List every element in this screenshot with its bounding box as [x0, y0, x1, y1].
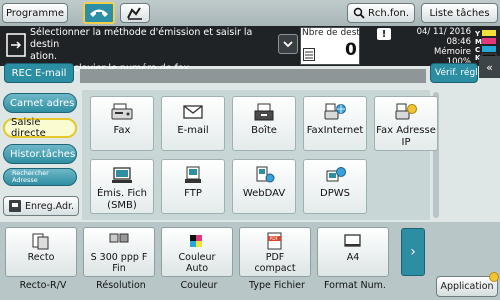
email-icon — [183, 105, 203, 119]
check-settings-button[interactable]: Vérif. réglag — [430, 63, 478, 83]
smb-icon — [112, 167, 132, 183]
memory-label: Mémoire — [434, 47, 471, 57]
tab-job-history[interactable]: Histor.tâches — [3, 144, 77, 164]
resolution-icon — [109, 233, 129, 243]
destination-list-icon — [303, 48, 315, 61]
setting-file-type-label: Type Fichier — [249, 280, 305, 291]
double-chevron-left-icon: « — [486, 60, 493, 74]
setting-duplex-value: Recto — [27, 252, 55, 263]
rec-email-label: REC E-mail — [11, 67, 67, 79]
tile-dpws-label: DPWS — [320, 188, 350, 199]
scan-pen-icon — [127, 7, 142, 20]
tile-box[interactable]: Boîte — [232, 96, 296, 151]
job-list-label: Liste tâches — [429, 7, 490, 19]
application-label: Application — [440, 281, 494, 292]
search-label: Rch.fon. — [367, 7, 410, 19]
date-value: 04/ 11/ 2016 — [416, 27, 471, 37]
setting-resolution-value: S 300 ppp F Fin — [90, 252, 148, 274]
tile-email[interactable]: E-mail — [161, 96, 225, 151]
tab-address-search-line-2: Adresse — [12, 176, 38, 184]
setting-resolution-label: Résolution — [96, 280, 146, 291]
tile-email-label: E-mail — [177, 125, 209, 136]
programme-button[interactable]: Programme — [2, 3, 68, 23]
tile-webdav-label: WebDAV — [242, 188, 286, 199]
tile-ip-fax[interactable]: Fax Adresse IP — [374, 96, 438, 151]
setting-duplex-label: Recto-R/V — [19, 280, 67, 291]
rec-email-button[interactable]: REC E-mail — [4, 63, 74, 83]
search-icon — [353, 7, 365, 19]
tab-direct-input[interactable]: Saisie directe — [3, 117, 77, 139]
setting-color[interactable]: Couleur Auto — [161, 227, 233, 277]
send-document-icon — [6, 33, 26, 57]
register-address-icon — [9, 200, 21, 212]
tile-internet-fax[interactable]: FaxInternet — [303, 96, 367, 151]
setting-paper-size-label: Format Num. — [324, 280, 386, 291]
toner-letter-y: Y — [474, 30, 481, 38]
status-datetime: 04/ 11/ 2016 08:46 Mémoire 100% — [403, 27, 471, 67]
setting-color-value: Couleur Auto — [178, 252, 216, 274]
tile-fax-label: Fax — [113, 125, 131, 136]
scan-mode-button[interactable] — [120, 3, 150, 23]
chevron-right-icon: › — [410, 244, 416, 260]
tile-ftp[interactable]: FTP — [161, 159, 225, 214]
tile-smb[interactable]: Émis. Fich (SMB) — [90, 159, 154, 214]
svg-text:PDF: PDF — [270, 236, 279, 242]
destination-input[interactable] — [80, 69, 426, 83]
tab-address-search[interactable]: Rechercher Adresse — [3, 168, 77, 186]
toner-letter-m: M — [475, 38, 482, 46]
chevron-down-icon — [283, 41, 293, 48]
warning-icon[interactable]: ! — [377, 28, 391, 40]
destination-count-label: Nbre de dest. — [302, 28, 363, 38]
programme-label: Programme — [5, 7, 65, 19]
application-notification-icon — [489, 272, 499, 282]
tab-address-book-label: Carnet adres — [10, 97, 75, 109]
setting-duplex[interactable]: Recto — [5, 227, 77, 277]
instruction-message: Sélectionner la méthode d'émission et sa… — [30, 27, 275, 74]
tile-ip-fax-label: Fax Adresse IP — [376, 125, 436, 148]
tile-smb-label: Émis. Fich (SMB) — [96, 188, 148, 211]
message-line-1: Sélectionner la méthode d'émission et sa… — [30, 27, 253, 50]
internet-fax-icon — [324, 103, 346, 120]
check-settings-label: Vérif. réglag — [435, 68, 478, 78]
message-line-2: ation. — [30, 51, 58, 62]
tab-address-book[interactable]: Carnet adres — [3, 93, 77, 113]
ip-fax-icon — [395, 103, 417, 120]
tile-dpws[interactable]: DPWS — [303, 159, 367, 214]
tile-ftp-label: FTP — [184, 188, 202, 199]
job-list-button[interactable]: Liste tâches — [421, 3, 498, 23]
box-icon — [254, 103, 274, 121]
toner-letter-c: C — [475, 46, 480, 54]
register-address-button[interactable]: Enreg.Adr. — [3, 196, 79, 216]
tile-webdav[interactable]: WebDAV — [232, 159, 296, 214]
tab-job-history-label: Histor.tâches — [10, 148, 76, 160]
register-address-label: Enreg.Adr. — [25, 200, 75, 212]
setting-paper-size[interactable]: A4 — [317, 227, 389, 277]
destination-count-value: 0 — [345, 40, 357, 60]
setting-file-type[interactable]: PDF PDF compact — [239, 227, 311, 277]
ftp-icon — [185, 166, 201, 183]
setting-resolution[interactable]: S 300 ppp F Fin — [83, 227, 155, 277]
setting-paper-size-value: A4 — [346, 252, 360, 263]
tile-internet-fax-label: FaxInternet — [306, 125, 364, 136]
setting-color-label: Couleur — [180, 280, 218, 291]
webdav-icon — [256, 166, 275, 183]
color-icon — [190, 235, 202, 247]
tab-address-search-label: Rechercher Adresse — [12, 170, 49, 184]
fax-icon — [111, 103, 133, 120]
setting-file-type-value: PDF compact — [254, 252, 296, 274]
paper-size-icon — [344, 234, 361, 247]
message-scroll-button[interactable] — [278, 34, 298, 54]
collapse-panel-button[interactable]: « — [479, 56, 500, 78]
fax-handset-icon — [90, 9, 108, 17]
pdf-icon: PDF — [267, 232, 282, 250]
tab-direct-input-label: Saisie directe — [11, 117, 46, 139]
tile-box-label: Boîte — [251, 125, 277, 136]
tile-fax[interactable]: Fax — [90, 96, 154, 151]
dpws-icon — [326, 167, 346, 182]
next-settings-button[interactable]: › — [401, 228, 425, 276]
time-value: 08:46 — [446, 37, 472, 47]
search-button[interactable]: Rch.fon. — [347, 3, 415, 23]
duplex-icon — [32, 233, 49, 250]
fax-mode-button[interactable] — [83, 2, 115, 24]
